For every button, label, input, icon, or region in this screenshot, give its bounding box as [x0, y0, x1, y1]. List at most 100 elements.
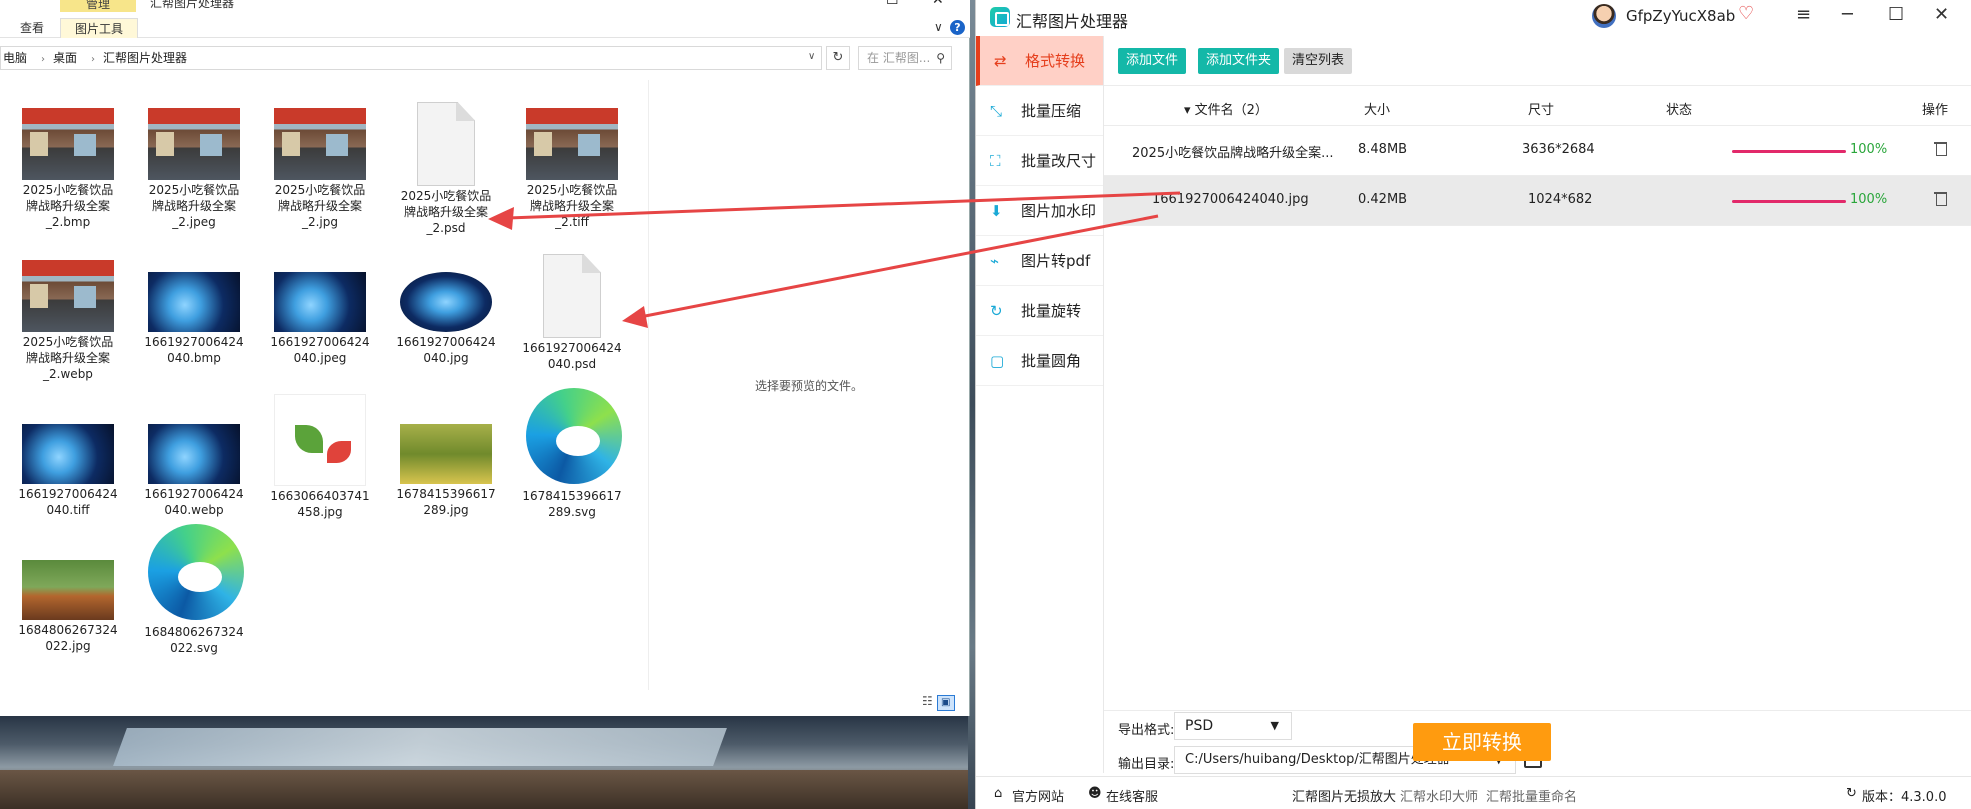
lossless-upscale-link[interactable]: 汇帮图片无损放大	[1292, 786, 1396, 805]
tab-picture-tools[interactable]: 图片工具	[60, 18, 139, 38]
clear-list-button[interactable]: 清空列表	[1284, 48, 1353, 74]
add-folder-button[interactable]: 添加文件夹	[1198, 48, 1280, 74]
file-item[interactable]: 1684806267324 022.jpg	[12, 548, 124, 654]
file-name-line: 1661927006424	[396, 335, 496, 349]
file-item[interactable]: 2025小吃餐饮品 牌战略升级全案 _2.jpg	[264, 108, 376, 230]
avatar[interactable]	[1592, 4, 1616, 28]
online-support-link[interactable]: 在线客服	[1106, 786, 1158, 805]
progress-bar	[1732, 150, 1846, 153]
close-button[interactable]: ✕	[1934, 4, 1949, 25]
file-item[interactable]: 1661927006424 040.jpg	[390, 260, 502, 366]
file-name-line: 牌战略升级全案	[403, 205, 488, 219]
tab-view[interactable]: 查看	[20, 18, 44, 38]
file-item[interactable]: 1661927006424 040.tiff	[12, 412, 124, 518]
watermark-icon: ⬇	[990, 202, 1003, 220]
row-size: 0.42MB	[1358, 192, 1408, 207]
file-item[interactable]: 1661927006424 040.webp	[138, 412, 250, 518]
file-item[interactable]: 1684806267324 022.svg	[138, 524, 250, 656]
file-name-line: 1661927006424	[522, 341, 622, 355]
home-icon: ⌂	[994, 786, 1003, 801]
breadcrumb-pc[interactable]: 电脑	[3, 51, 27, 65]
ribbon-expand-icon[interactable]: ∨	[934, 20, 943, 34]
compress-icon: ⤡	[990, 102, 1003, 120]
file-item[interactable]: 2025小吃餐饮品 牌战略升级全案 _2.bmp	[12, 108, 124, 230]
view-switcher: ☷ ▣	[922, 694, 955, 711]
large-icons-view-icon[interactable]: ▣	[936, 695, 955, 711]
minimize-button[interactable]: ─	[1842, 4, 1853, 25]
resize-icon: ⛶	[990, 152, 1001, 170]
export-format-select[interactable]: PSD ▼	[1174, 712, 1292, 740]
file-name-line: 458.jpg	[297, 505, 343, 519]
pdf-icon: ⌁	[990, 252, 1000, 270]
file-item[interactable]: 1678415396617 289.svg	[516, 388, 628, 520]
file-name-line: 2025小吃餐饮品	[274, 183, 366, 197]
add-file-button[interactable]: 添加文件	[1118, 48, 1187, 74]
row-percent: 100%	[1850, 192, 1888, 207]
file-name-line: 1678415396617	[522, 489, 622, 503]
file-thumbnail	[274, 108, 366, 180]
sidebar: ⇄ 格式转换 ⤡ 批量压缩 ⛶ 批量改尺寸 ⬇ 图片加水印 ⌁ 图片转pdf ↻ 批量旋转 ▢ 批量圆角	[976, 36, 1104, 773]
app-title: 汇帮图片处理器	[1016, 12, 1129, 31]
table-row[interactable]: 1661927006424040.jpg 0.42MB 1024*682 100…	[1104, 176, 1971, 226]
delete-icon[interactable]	[1934, 139, 1947, 157]
sidebar-item[interactable]: ↻ 批量旋转	[976, 286, 1103, 336]
address-dropdown-icon[interactable]: ∨	[808, 51, 815, 62]
search-icon: ⚲	[936, 51, 945, 65]
row-filename: 2025小吃餐饮品牌战略升级全案...	[1132, 146, 1334, 161]
file-thumbnail	[526, 388, 622, 486]
breadcrumb-folder[interactable]: 汇帮图片处理器	[103, 51, 187, 65]
file-item[interactable]: 2025小吃餐饮品 牌战略升级全案 _2.webp	[12, 260, 124, 382]
file-name-line: 牌战略升级全案	[25, 199, 110, 213]
app-titlebar: 汇帮图片处理器 GfpZyYucX8ab ♡ ≡ ─ ☐ ✕	[976, 0, 1971, 36]
search-input[interactable]: 在 汇帮图... ⚲	[858, 46, 952, 70]
file-item[interactable]: 1661927006424 040.psd	[516, 254, 628, 372]
file-item[interactable]: 2025小吃餐饮品 牌战略升级全案 _2.tiff	[516, 108, 628, 230]
explorer-close-button[interactable]: ✕	[932, 0, 944, 8]
table-row[interactable]: 2025小吃餐饮品牌战略升级全案... 8.48MB 3636*2684 100…	[1104, 126, 1971, 176]
menu-icon[interactable]: ≡	[1796, 4, 1811, 25]
output-dir-label: 输出目录:	[1118, 757, 1175, 772]
status-bar: ⌂ 官方网站 ☻ 在线客服 汇帮图片无损放大 汇帮水印大师 汇帮批量重命名 ↻ …	[976, 776, 1971, 809]
official-site-link[interactable]: 官方网站	[1012, 786, 1064, 805]
explorer-minimize-button[interactable]: ─	[840, 0, 848, 8]
file-name-line: _2.jpeg	[172, 215, 216, 229]
convert-now-button[interactable]: 立即转换	[1413, 723, 1551, 761]
vip-heart-icon[interactable]: ♡	[1738, 3, 1754, 24]
watermark-master-link[interactable]: 汇帮水印大师	[1400, 786, 1478, 805]
batch-rename-link[interactable]: 汇帮批量重命名	[1486, 786, 1577, 805]
sidebar-item[interactable]: ⛶ 批量改尺寸	[976, 136, 1103, 186]
file-item[interactable]: 1661927006424 040.bmp	[138, 260, 250, 366]
details-view-icon[interactable]: ☷	[922, 694, 933, 708]
file-name-line: _2.webp	[43, 367, 93, 381]
manage-tab[interactable]: 管理	[60, 0, 136, 12]
refresh-button[interactable]: ↻	[826, 46, 850, 70]
file-item[interactable]: 1663066403741 458.jpg	[264, 394, 376, 520]
delete-icon[interactable]	[1934, 189, 1947, 207]
file-name-line: 牌战略升级全案	[277, 199, 362, 213]
explorer-maximize-button[interactable]: ☐	[886, 0, 899, 8]
sidebar-item[interactable]: ⤡ 批量压缩	[976, 86, 1103, 136]
pane-divider[interactable]	[648, 80, 649, 690]
sidebar-item[interactable]: ▢ 批量圆角	[976, 336, 1103, 386]
file-thumbnail	[22, 260, 114, 332]
file-item[interactable]: 2025小吃餐饮品 牌战略升级全案 _2.psd	[390, 102, 502, 236]
sidebar-item[interactable]: ⇄ 格式转换	[976, 36, 1103, 86]
file-name-line: 1661927006424	[18, 487, 118, 501]
col-filename[interactable]: ▾ 文件名（2）	[1184, 99, 1268, 118]
desktop-shore	[0, 770, 975, 809]
username[interactable]: GfpZyYucX8ab	[1626, 7, 1735, 25]
col-status: 状态	[1666, 103, 1693, 118]
sidebar-item[interactable]: ⬇ 图片加水印	[976, 186, 1103, 236]
row-percent: 100%	[1850, 142, 1888, 157]
file-item[interactable]: 1661927006424 040.jpeg	[264, 260, 376, 366]
chevron-right-icon: ›	[41, 54, 46, 65]
help-icon[interactable]: ?	[950, 20, 965, 35]
file-item[interactable]: 1678415396617 289.jpg	[390, 412, 502, 518]
sidebar-item[interactable]: ⌁ 图片转pdf	[976, 236, 1103, 286]
file-name-line: _2.jpg	[301, 215, 339, 229]
address-bar[interactable]: 电脑 › 桌面 › 汇帮图片处理器	[0, 46, 822, 70]
maximize-button[interactable]: ☐	[1888, 4, 1904, 25]
file-name-line: 2025小吃餐饮品	[526, 183, 618, 197]
breadcrumb-desktop[interactable]: 桌面	[53, 51, 77, 65]
file-item[interactable]: 2025小吃餐饮品 牌战略升级全案 _2.jpeg	[138, 108, 250, 230]
